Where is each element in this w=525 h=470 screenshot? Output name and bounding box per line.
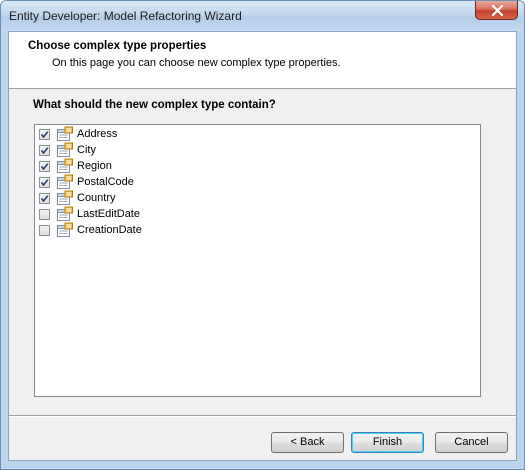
property-checkbox[interactable] (39, 208, 50, 220)
checkmark-icon (40, 130, 49, 138)
property-icon (56, 190, 74, 206)
property-item[interactable]: City (39, 142, 96, 158)
checkmark-icon (40, 146, 49, 154)
property-icon (56, 206, 74, 222)
property-label: City (77, 144, 96, 156)
property-item[interactable]: CreationDate (39, 222, 142, 238)
window-title: Entity Developer: Model Refactoring Wiza… (9, 9, 242, 23)
property-item[interactable]: Country (39, 190, 116, 206)
cancel-button[interactable]: Cancel (435, 432, 508, 453)
close-button[interactable] (475, 1, 518, 20)
button-separator (9, 415, 516, 417)
property-label: Country (77, 192, 116, 204)
close-icon (491, 5, 504, 16)
property-checkbox[interactable] (39, 160, 50, 172)
wizard-page: Choose complex type properties On this p… (8, 31, 517, 461)
property-item[interactable]: Address (39, 126, 117, 142)
checkmark-icon (40, 162, 49, 170)
property-label: Region (77, 160, 112, 172)
property-item[interactable]: LastEditDate (39, 206, 140, 222)
title-bar[interactable]: Entity Developer: Model Refactoring Wiza… (1, 1, 524, 31)
checkmark-icon (40, 194, 49, 202)
property-checkbox[interactable] (39, 192, 50, 204)
property-label: CreationDate (77, 224, 142, 236)
property-label: Address (77, 128, 118, 140)
property-item[interactable]: Region (39, 158, 112, 174)
property-checkbox[interactable] (39, 128, 50, 140)
property-label: PostalCode (77, 176, 134, 188)
properties-checklist[interactable]: Address City Region PostalCode Country LastEd… (34, 124, 481, 397)
finish-button[interactable]: Finish (351, 432, 424, 453)
wizard-header: Choose complex type properties On this p… (9, 32, 516, 89)
property-label: LastEditDate (77, 208, 140, 220)
wizard-window: Entity Developer: Model Refactoring Wiza… (0, 0, 525, 470)
page-subtitle: On this page you can choose new complex … (52, 57, 341, 69)
checkmark-icon (40, 178, 49, 186)
property-checkbox[interactable] (39, 144, 50, 156)
property-icon (56, 126, 74, 142)
question-label: What should the new complex type contain… (33, 99, 276, 111)
property-item[interactable]: PostalCode (39, 174, 134, 190)
property-icon (56, 158, 74, 174)
page-title: Choose complex type properties (28, 40, 207, 52)
back-button[interactable]: < Back (271, 432, 344, 453)
property-checkbox[interactable] (39, 224, 50, 236)
property-checkbox[interactable] (39, 176, 50, 188)
property-icon (56, 222, 74, 238)
property-icon (56, 174, 74, 190)
property-icon (56, 142, 74, 158)
